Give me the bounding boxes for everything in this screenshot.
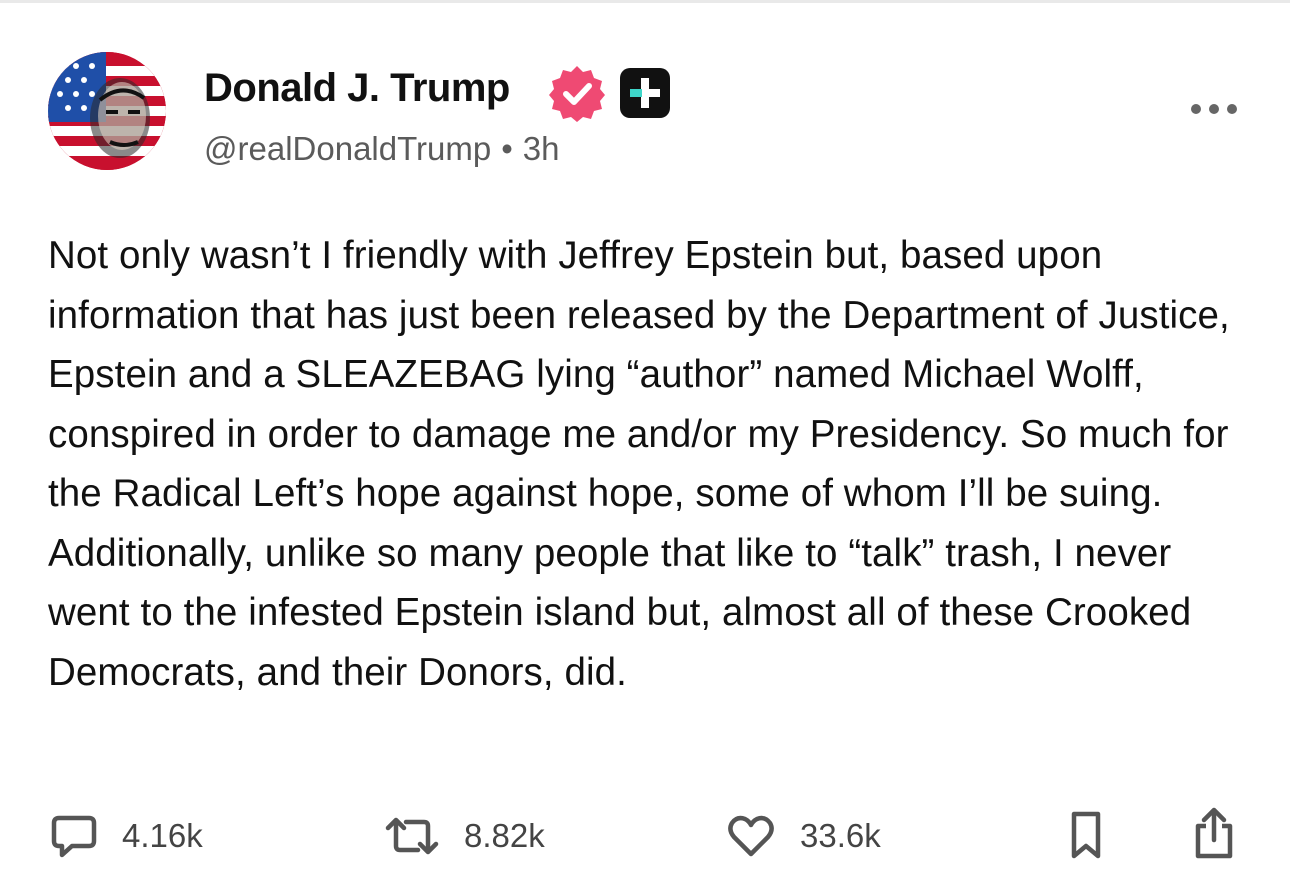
top-divider: [0, 0, 1290, 3]
share-button[interactable]: [1190, 806, 1238, 862]
bookmark-icon: [1071, 811, 1101, 859]
avatar-flag-portrait-icon: [48, 52, 166, 170]
retruth-button[interactable]: 8.82k: [384, 808, 545, 864]
reply-button[interactable]: 4.16k: [50, 808, 203, 864]
post-meta: @realDonaldTrump • 3h: [204, 130, 560, 168]
author-handle[interactable]: @realDonaldTrump: [204, 130, 491, 167]
plus-subscriber-icon: [620, 68, 670, 118]
reply-count: 4.16k: [122, 817, 203, 854]
retruth-count: 8.82k: [464, 817, 545, 854]
meta-separator: •: [501, 130, 513, 167]
like-button[interactable]: 33.6k: [726, 808, 881, 864]
post-body: Not only wasn’t I friendly with Jeffrey …: [48, 234, 1230, 694]
like-count: 33.6k: [800, 817, 881, 854]
heart-icon: [728, 815, 774, 857]
repost-icon: [385, 817, 439, 855]
comment-icon: [51, 815, 97, 858]
post-timestamp[interactable]: 3h: [523, 130, 560, 167]
more-options-icon[interactable]: [1188, 94, 1240, 124]
share-icon: [1195, 807, 1233, 859]
bookmark-button[interactable]: [1066, 808, 1106, 864]
verified-badge-icon: [549, 66, 605, 122]
author-name[interactable]: Donald J. Trump: [204, 66, 510, 111]
profile-avatar[interactable]: [48, 52, 166, 170]
